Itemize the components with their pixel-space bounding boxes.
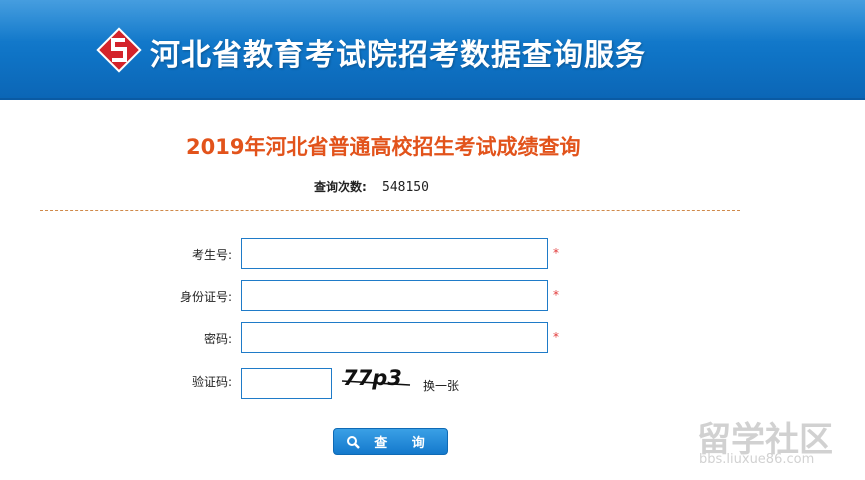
required-mark: * (553, 330, 559, 344)
query-button[interactable]: 查 询 (333, 428, 448, 455)
query-button-label: 查 询 (374, 436, 435, 451)
required-mark: * (553, 288, 559, 302)
captcha-label: 验证码: (191, 375, 232, 389)
divider (40, 210, 740, 211)
captcha-input[interactable] (241, 368, 332, 399)
password-label: 密码: (203, 332, 232, 346)
site-title: 河北省教育考试院招考数据查询服务 (150, 38, 646, 73)
password-input[interactable] (241, 322, 548, 353)
watermark-url: bbs.liuxue86.com (699, 452, 815, 467)
exam-number-label: 考生号: (191, 248, 232, 262)
exam-number-input[interactable] (241, 238, 548, 269)
query-count-value: 548150 (382, 180, 429, 195)
id-number-label: 身份证号: (179, 290, 232, 304)
header-bar: 河北省教育考试院招考数据查询服务 (0, 0, 865, 100)
hebei-exam-logo-icon (96, 27, 142, 73)
id-number-input[interactable] (241, 280, 548, 311)
captcha-text: 77p3 (343, 366, 402, 390)
watermark: 留学社区 bbs.liuxue86.com (697, 412, 857, 472)
captcha-image[interactable]: 77p3 (340, 364, 414, 392)
page-title: 2019年河北省普通高校招生考试成绩查询 (186, 135, 581, 159)
refresh-captcha-link[interactable]: 换一张 (423, 377, 459, 394)
search-icon (347, 435, 361, 449)
query-count-label: 查询次数: (314, 180, 367, 194)
required-mark: * (553, 246, 559, 260)
